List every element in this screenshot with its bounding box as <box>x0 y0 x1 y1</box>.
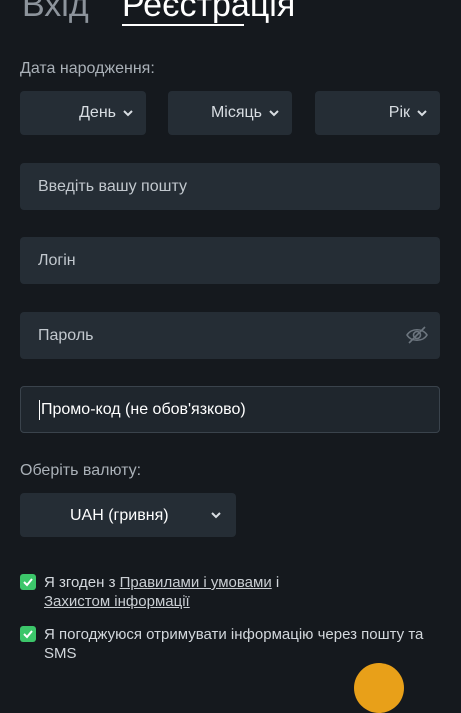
active-tab-underline <box>122 24 244 26</box>
newsletter-checkbox[interactable] <box>20 626 36 642</box>
newsletter-text: Я погоджуюся отримувати інформацію через… <box>44 626 424 662</box>
chevron-down-icon <box>417 110 427 117</box>
day-select[interactable]: День <box>20 91 146 135</box>
chevron-down-icon <box>123 110 133 117</box>
eye-off-icon[interactable] <box>406 325 428 345</box>
privacy-link[interactable]: Захистом інформації <box>44 593 190 610</box>
terms-link[interactable]: Правилами і умовами <box>120 574 272 591</box>
year-select-value: Рік <box>388 104 410 121</box>
promo-code-value: Промо-код (не обов'язково) <box>41 400 246 418</box>
day-select-value: День <box>79 104 116 121</box>
email-placeholder: Введіть вашу пошту <box>38 177 187 195</box>
tab-register[interactable]: Реєстрація <box>122 0 295 25</box>
checkmark-icon <box>23 630 33 639</box>
terms-mid: і <box>271 574 280 591</box>
terms-prefix: Я згоден з <box>44 574 120 591</box>
tab-login[interactable]: Вхід <box>22 0 89 25</box>
terms-text: Я згоден з Правилами і умовами і Захисто… <box>44 573 424 611</box>
password-field[interactable]: Пароль <box>20 312 440 359</box>
year-select[interactable]: Рік <box>315 91 440 135</box>
promo-code-field[interactable]: Промо-код (не обов'язково) <box>20 386 440 433</box>
terms-checkbox[interactable] <box>20 574 36 590</box>
login-placeholder: Логін <box>38 251 76 269</box>
support-chat-button[interactable] <box>354 663 404 713</box>
month-select[interactable]: Місяць <box>168 91 292 135</box>
currency-select[interactable]: UAH (гривня) <box>20 493 236 537</box>
chevron-down-icon <box>211 512 221 519</box>
password-placeholder: Пароль <box>38 326 94 344</box>
checkmark-icon <box>23 578 33 587</box>
month-select-value: Місяць <box>210 104 262 121</box>
currency-label: Оберіть валюту: <box>20 462 142 479</box>
currency-select-value: UAH (гривня) <box>70 507 169 524</box>
chevron-down-icon <box>269 110 279 117</box>
birth-date-label: Дата народження: <box>20 60 155 77</box>
email-field[interactable]: Введіть вашу пошту <box>20 163 440 210</box>
text-caret <box>39 399 40 420</box>
login-field[interactable]: Логін <box>20 237 440 284</box>
